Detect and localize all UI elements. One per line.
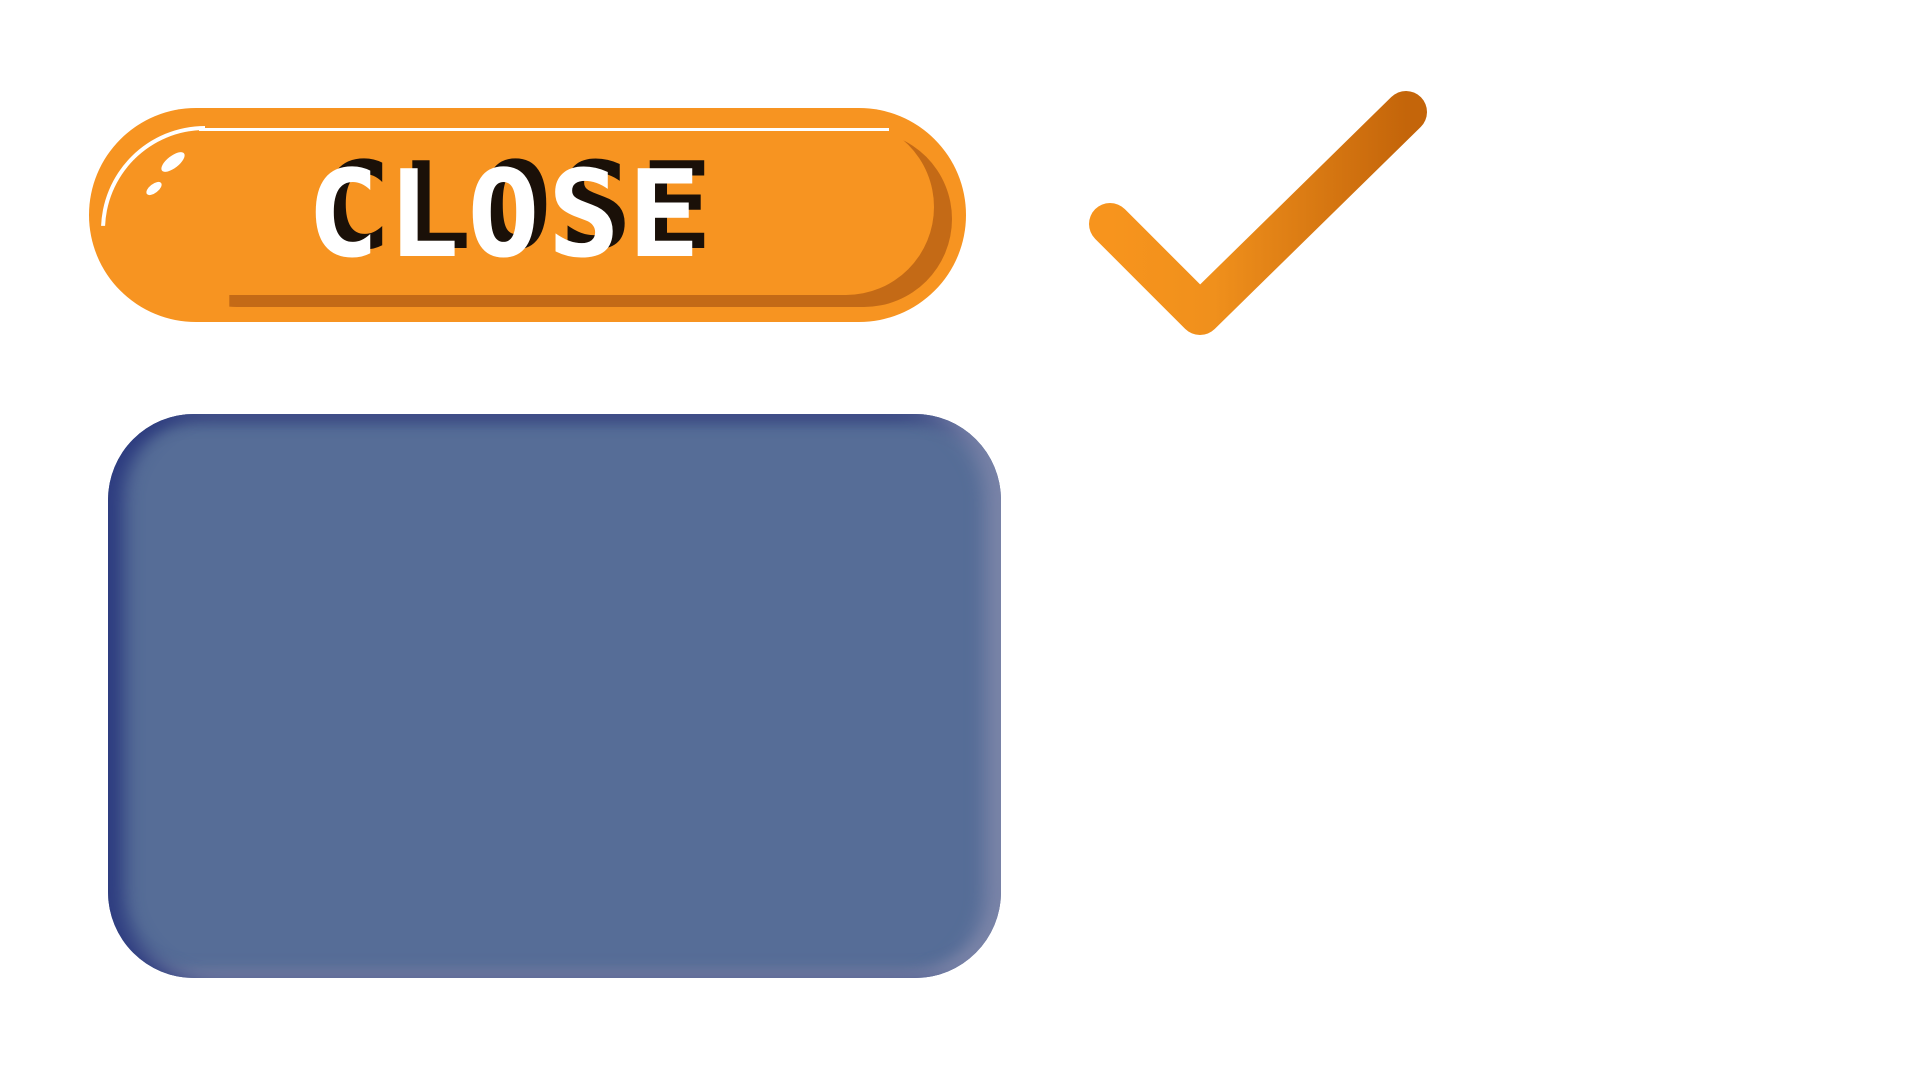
canvas: CLOSE	[0, 0, 1920, 1080]
blue-panel	[108, 414, 1001, 978]
checkmark-icon[interactable]	[1080, 84, 1440, 354]
close-button-label: CLOSE	[306, 145, 709, 285]
close-button[interactable]: CLOSE	[89, 108, 966, 322]
